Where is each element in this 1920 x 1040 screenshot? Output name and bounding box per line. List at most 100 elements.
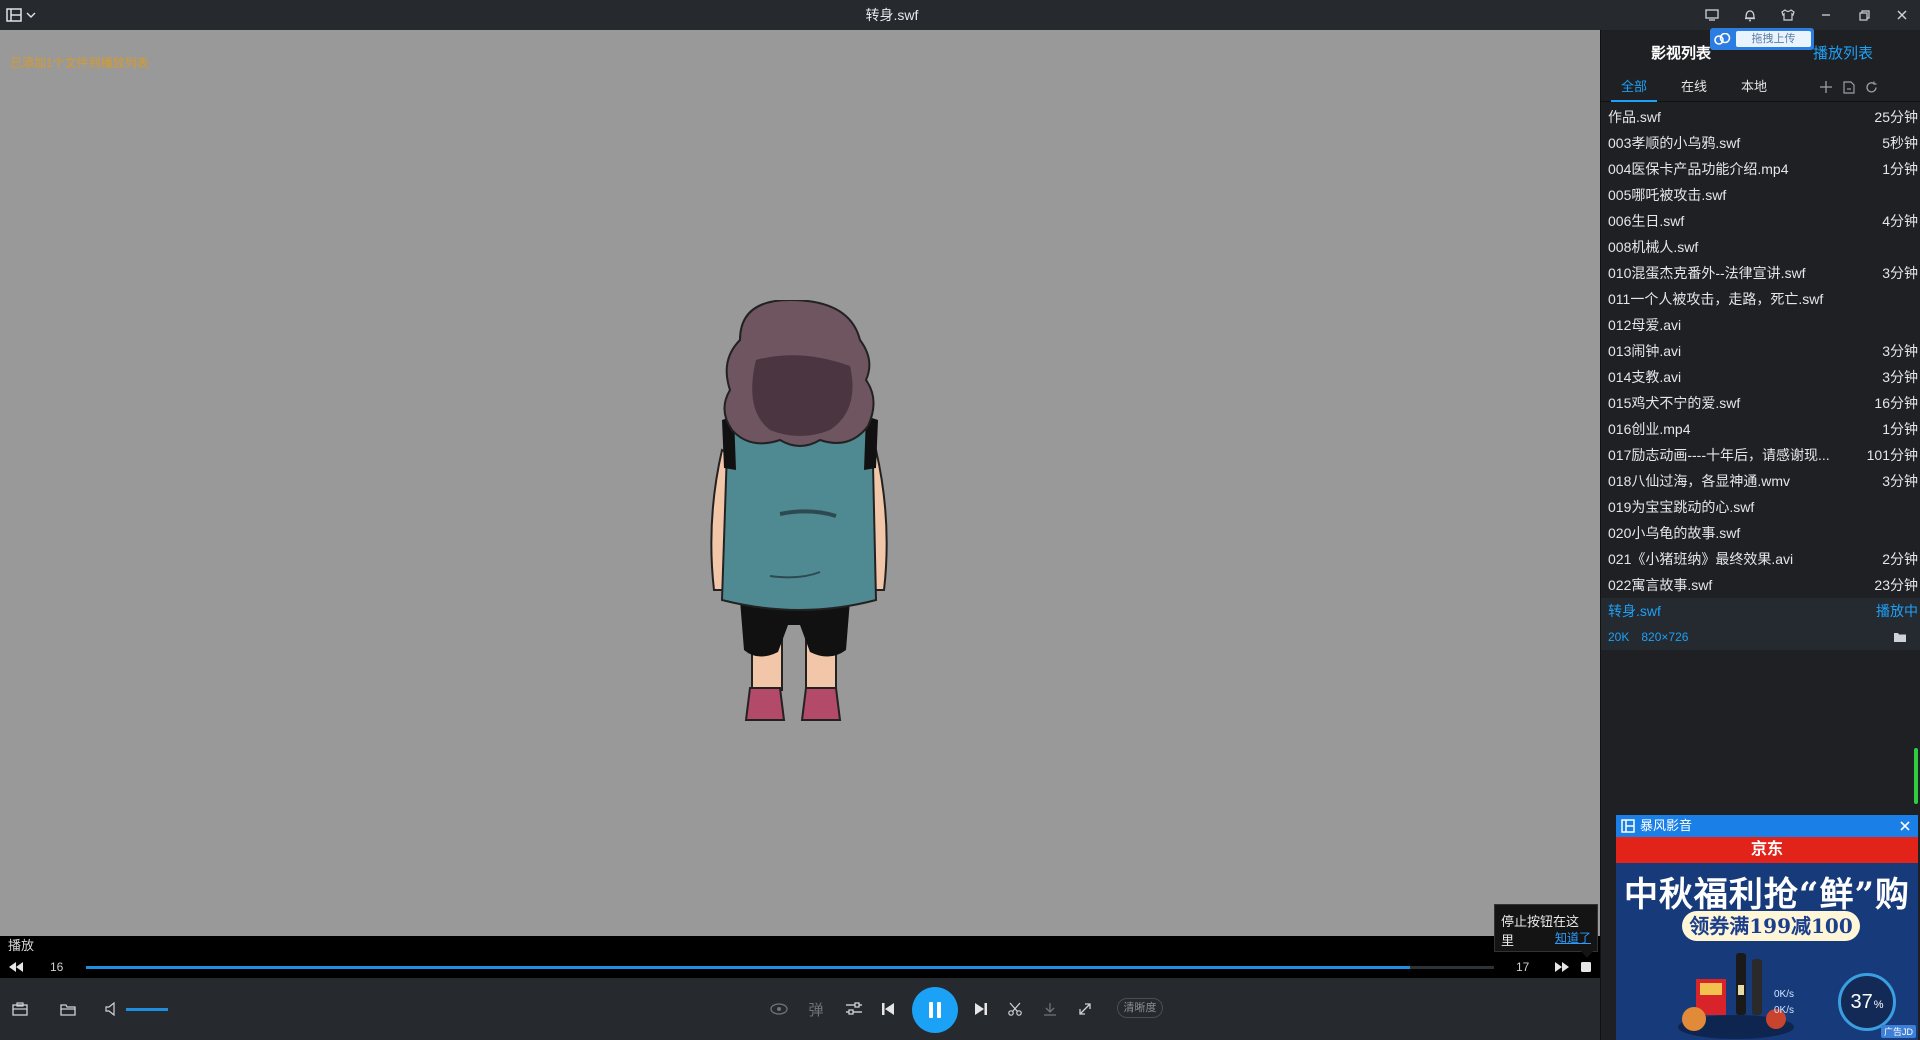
toolbox-button[interactable] — [8, 997, 32, 1021]
tooltip-arrow — [1581, 951, 1593, 958]
list-item[interactable]: 012母爱.avi — [1601, 312, 1920, 338]
skin-button[interactable] — [1776, 3, 1800, 27]
list-item-duration: 3分钟 — [1882, 369, 1918, 385]
seek-bar-fill — [86, 966, 1410, 969]
minimize-button[interactable] — [1814, 3, 1838, 27]
next-button[interactable] — [969, 997, 993, 1021]
refresh-button[interactable] — [1863, 79, 1879, 95]
ad-headline: 中秋福利抢“鲜”购 — [1623, 875, 1911, 915]
video-area[interactable]: 已添加1个文件到播放列表 — [0, 30, 1600, 936]
list-item-name: 021《小猪班纳》最终效果.avi — [1608, 551, 1794, 567]
stop-button-tooltip: 停止按钮在这里 知道了 — [1494, 904, 1598, 958]
bell-icon — [1745, 10, 1755, 22]
fullscreen-icon — [1079, 1003, 1091, 1015]
tooltip-dismiss-link[interactable]: 知道了 — [1555, 929, 1591, 946]
list-item[interactable]: 013闹钟.avi 3分钟 — [1601, 338, 1920, 364]
open-file-button[interactable] — [56, 997, 80, 1021]
ad-close-button[interactable] — [1896, 817, 1914, 835]
fullscreen-button[interactable] — [1073, 997, 1097, 1021]
previous-button[interactable] — [876, 997, 900, 1021]
tab-video-library[interactable]: 影视列表 — [1651, 42, 1711, 63]
fast-forward-icon — [1555, 962, 1569, 972]
list-item[interactable]: 018八仙过海，各显神通.wmv 3分钟 — [1601, 468, 1920, 494]
list-item[interactable]: 010混蛋杰克番外--法律宣讲.swf 3分钟 — [1601, 260, 1920, 286]
cut-button[interactable] — [1003, 997, 1027, 1021]
list-item-duration: 5秒钟 — [1882, 135, 1918, 151]
message-icon — [1705, 9, 1719, 21]
3d-mode-button[interactable] — [767, 997, 791, 1021]
list-item-duration: 101分钟 — [1866, 447, 1918, 463]
list-item-now-playing[interactable]: 转身.swf 播放中 — [1601, 598, 1920, 624]
video-frame-character — [710, 300, 888, 721]
list-item[interactable]: 019为宝宝跳动的心.swf — [1601, 494, 1920, 520]
quality-button[interactable]: 清晰度 — [1117, 998, 1163, 1018]
folder-icon — [1894, 633, 1906, 642]
list-item-name: 004医保卡产品功能介绍.mp4 — [1608, 161, 1789, 177]
shirt-icon — [1781, 9, 1795, 21]
list-item-name: 014支教.avi — [1608, 369, 1682, 385]
playlist-file-button[interactable] — [1841, 79, 1857, 95]
list-item[interactable]: 008机械人.swf — [1601, 234, 1920, 260]
list-item-duration: 16分钟 — [1874, 395, 1918, 411]
list-item-name: 003孝顺的小乌鸦.swf — [1608, 135, 1741, 151]
network-speed: 0K/s 0K/s — [1774, 987, 1794, 1019]
list-item-name: 006生日.swf — [1608, 213, 1685, 229]
list-item[interactable]: 作品.swf 25分钟 — [1601, 104, 1920, 130]
list-item-name: 017励志动画----十年后，请感谢现... — [1608, 447, 1830, 463]
restore-button[interactable] — [1852, 3, 1876, 27]
plus-icon — [1820, 81, 1832, 93]
list-item[interactable]: 004医保卡产品功能介绍.mp4 1分钟 — [1601, 156, 1920, 182]
list-item[interactable]: 003孝顺的小乌鸦.swf 5秒钟 — [1601, 130, 1920, 156]
list-item-name: 转身.swf — [1608, 603, 1661, 619]
scroll-indicator[interactable] — [1914, 748, 1918, 804]
feedback-button[interactable] — [1700, 3, 1724, 27]
volume-slider[interactable] — [126, 1008, 168, 1011]
list-item-duration: 1分钟 — [1882, 421, 1918, 437]
danmaku-button[interactable]: 弹 — [804, 997, 828, 1021]
list-item-name: 005哪吒被攻击.swf — [1608, 187, 1727, 203]
list-item-duration: 1分钟 — [1882, 161, 1918, 177]
notification-button[interactable] — [1738, 3, 1762, 27]
list-item[interactable]: 016创业.mp4 1分钟 — [1601, 416, 1920, 442]
fast-forward-button[interactable] — [1554, 959, 1570, 975]
playlist: 作品.swf 25分钟 003孝顺的小乌鸦.swf 5秒钟 004医保卡产品功能介绍.m… — [1601, 104, 1920, 650]
tab-all[interactable]: 全部 — [1610, 72, 1658, 102]
list-item[interactable]: 005哪吒被攻击.swf — [1601, 182, 1920, 208]
tab-online[interactable]: 在线 — [1681, 72, 1707, 102]
list-item-duration: 3分钟 — [1882, 343, 1918, 359]
stop-button[interactable] — [1578, 959, 1594, 975]
player-window: 转身.swf 已添加1个文件到播放列表 播放 16 17 停止按钮在这里 知道了… — [0, 0, 1920, 1040]
list-item-name: 008机械人.swf — [1608, 239, 1699, 255]
pause-button[interactable] — [912, 987, 958, 1033]
control-bar: 弹 清晰度 — [0, 978, 1600, 1040]
list-item[interactable]: 006生日.swf 4分钟 — [1601, 208, 1920, 234]
add-file-button[interactable] — [1818, 79, 1834, 95]
list-item[interactable]: 022寓言故事.swf 23分钟 — [1601, 572, 1920, 598]
tab-local[interactable]: 本地 — [1741, 72, 1767, 102]
list-item-duration: 2分钟 — [1882, 551, 1918, 567]
ad-popup[interactable]: 暴风影音 京东 中秋福利抢“鲜”购 领券满199减100 0K/s 0K/s 3… — [1616, 815, 1918, 1040]
list-item-name: 012母爱.avi — [1608, 317, 1682, 333]
list-item[interactable]: 015鸡犬不宁的爱.swf 16分钟 — [1601, 390, 1920, 416]
seek-bar[interactable] — [86, 966, 1494, 969]
list-item[interactable]: 021《小猪班纳》最终效果.avi 2分钟 — [1601, 546, 1920, 572]
list-item[interactable]: 017励志动画----十年后，请感谢现... 101分钟 — [1601, 442, 1920, 468]
list-item[interactable]: 011一个人被攻击，走路，死亡.swf — [1601, 286, 1920, 312]
list-item-duration: 4分钟 — [1882, 213, 1918, 229]
list-item[interactable]: 014支教.avi 3分钟 — [1601, 364, 1920, 390]
cloud-upload-button[interactable]: 拖拽上传 — [1710, 28, 1814, 50]
progress-bar-row: 16 17 — [0, 956, 1600, 978]
settings-button[interactable] — [842, 997, 866, 1021]
list-item-name: 015鸡犬不宁的爱.swf — [1608, 395, 1741, 411]
open-location-button[interactable] — [1893, 630, 1907, 644]
cloud-icon — [1710, 28, 1736, 50]
list-item-name: 013闹钟.avi — [1608, 343, 1682, 359]
mute-button[interactable] — [100, 997, 124, 1021]
playing-badge: 播放中 — [1876, 603, 1918, 619]
list-item[interactable]: 020小乌龟的故事.swf — [1601, 520, 1920, 546]
rewind-button[interactable] — [8, 959, 24, 975]
close-button[interactable] — [1890, 3, 1914, 27]
remaining-time: 17 — [1516, 960, 1530, 974]
download-button[interactable] — [1038, 997, 1062, 1021]
tab-playlist[interactable]: 播放列表 — [1813, 42, 1873, 63]
